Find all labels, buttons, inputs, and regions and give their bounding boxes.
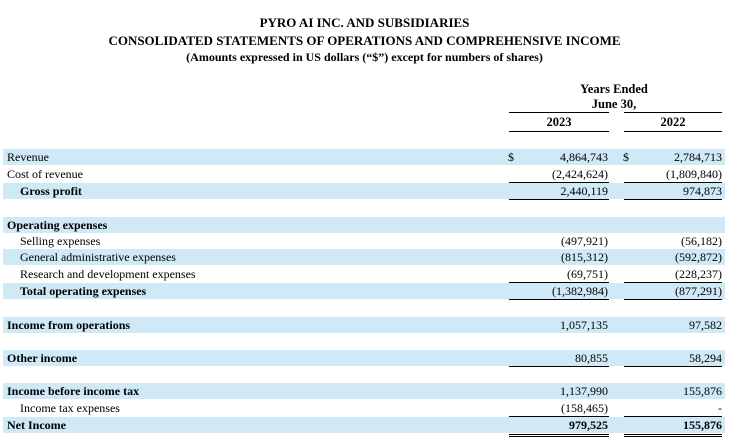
value-2023: (69,751)	[567, 267, 608, 281]
value-2023: 1,137,990	[560, 384, 608, 398]
total-line-2022	[624, 299, 722, 300]
section-heading: Operating expenses	[7, 218, 108, 232]
value-2022: 97,582	[689, 318, 722, 332]
value-2022: 2,784,713	[674, 150, 722, 164]
subtotal-line-2022	[624, 366, 722, 367]
row-label: Revenue	[7, 150, 49, 164]
row-label: Gross profit	[20, 184, 82, 198]
total-line-2023	[509, 199, 609, 200]
row-label: Income before income tax	[7, 384, 140, 398]
period-underline-2023	[509, 112, 609, 113]
value-2023: (158,465)	[561, 401, 608, 415]
row-label: Income tax expenses	[20, 401, 120, 415]
value-2023: 80,855	[575, 351, 608, 365]
row-label: Net Income	[7, 418, 66, 432]
row-cost-of-revenue: Cost of revenue (2,424,624) (1,809,840)	[3, 166, 725, 182]
value-2023: (2,424,624)	[552, 167, 608, 181]
statement-title: CONSOLIDATED STATEMENTS OF OPERATIONS AN…	[108, 33, 621, 48]
value-2023: 1,057,135	[560, 318, 608, 332]
row-general-administrative-expenses: General administrative expenses (815,312…	[3, 249, 725, 265]
value-2023: 4,864,743	[560, 150, 608, 164]
row-label: Cost of revenue	[7, 167, 83, 181]
row-operating-expenses-heading: Operating expenses	[3, 217, 725, 233]
value-2022: 155,876	[683, 384, 722, 398]
value-2022: -	[718, 401, 722, 415]
double-underline-2023	[509, 436, 609, 437]
column-underline-2023	[509, 131, 609, 132]
value-2023: (1,382,984)	[552, 284, 608, 298]
value-2022: (592,872)	[675, 250, 722, 264]
value-2023: (497,921)	[561, 234, 608, 248]
row-net-income: Net Income 979,525 155,876	[3, 417, 725, 433]
double-underline-2023	[509, 434, 609, 435]
value-2023: 2,440,119	[560, 184, 608, 198]
value-2022: (1,809,840)	[666, 167, 722, 181]
amounts-note: (Amounts expressed in US dollars (“$”) e…	[186, 50, 543, 64]
column-underline-2022	[624, 131, 722, 132]
value-2023: (815,312)	[561, 250, 608, 264]
row-revenue: Revenue $ 4,864,743 $ 2,784,713	[3, 149, 725, 165]
value-2022: 155,876	[683, 418, 722, 432]
row-selling-expenses: Selling expenses (497,921) (56,182)	[3, 233, 725, 249]
row-income-from-operations: Income from operations 1,057,135 97,582	[3, 317, 725, 333]
value-2022: (56,182)	[681, 234, 722, 248]
double-underline-2022	[624, 436, 722, 437]
value-2022: 58,294	[689, 351, 722, 365]
row-label: General administrative expenses	[20, 250, 176, 264]
row-label: Selling expenses	[20, 234, 101, 248]
period-header-line2: June 30,	[591, 97, 637, 111]
value-2022: 974,873	[683, 184, 722, 198]
row-gross-profit: Gross profit 2,440,119 974,873	[3, 183, 725, 199]
column-header-2022: 2022	[660, 115, 686, 129]
row-total-operating-expenses: Total operating expenses (1,382,984) (87…	[3, 283, 725, 299]
double-underline-2022	[624, 434, 722, 435]
row-other-income: Other income 80,855 58,294	[3, 350, 725, 366]
column-header-2023: 2023	[546, 115, 572, 129]
total-line-2022	[624, 199, 722, 200]
row-label: Research and development expenses	[20, 267, 196, 281]
period-underline-2022	[624, 112, 722, 113]
value-2022: (228,237)	[675, 267, 722, 281]
row-income-tax-expenses: Income tax expenses (158,465) -	[3, 400, 725, 416]
company-name: PYRO AI INC. AND SUBSIDIARIES	[259, 15, 470, 30]
period-header-line1: Years Ended	[580, 82, 648, 96]
total-line-2023	[509, 299, 609, 300]
subtotal-line-2023	[509, 366, 609, 367]
row-label: Income from operations	[7, 318, 131, 332]
row-income-before-tax: Income before income tax 1,137,990 155,8…	[3, 383, 725, 399]
row-label: Other income	[7, 351, 78, 365]
value-2022: (877,291)	[675, 284, 722, 298]
row-label: Total operating expenses	[20, 284, 147, 298]
value-2023: 979,525	[569, 418, 608, 432]
row-research-development-expenses: Research and development expenses (69,75…	[3, 266, 725, 282]
